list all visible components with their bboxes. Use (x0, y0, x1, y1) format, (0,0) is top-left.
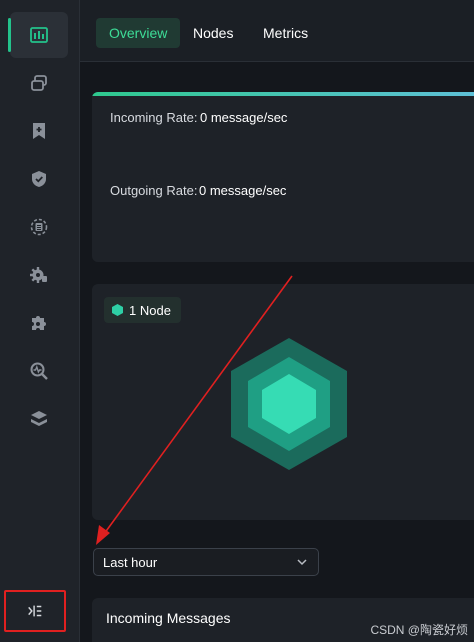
node-count-badge[interactable]: 1 Node (104, 297, 181, 323)
tab-overview[interactable]: Overview (96, 18, 181, 48)
shield-icon (32, 171, 46, 187)
tab-nodes[interactable]: Nodes (180, 18, 246, 48)
sidebar (0, 0, 80, 642)
sidebar-item-management[interactable] (10, 252, 68, 298)
sidebar-item-diagnose[interactable] (10, 348, 68, 394)
outgoing-rate-label: Outgoing Rate: (110, 183, 198, 198)
watermark: CSDN @陶瓷好烦 (370, 623, 468, 637)
gear-icon (30, 267, 47, 283)
time-range-select[interactable]: Last hour (93, 548, 319, 576)
data-integration-icon (30, 218, 48, 236)
sidebar-item-extensions[interactable] (10, 300, 68, 346)
card-accent-line (92, 92, 474, 96)
time-range-selected: Last hour (103, 554, 158, 570)
active-indicator (8, 18, 11, 52)
node-overview-card: 1 Node (92, 284, 474, 520)
clients-icon (31, 75, 47, 91)
node-count-text: 1 Node (129, 302, 171, 318)
layers-icon (31, 411, 47, 426)
sidebar-item-subscriptions[interactable] (10, 108, 68, 154)
tab-metrics[interactable]: Metrics (250, 18, 321, 48)
top-tab-bar: Overview Nodes Metrics (80, 0, 474, 62)
chevron-down-icon (297, 559, 307, 566)
sidebar-item-dashboard[interactable] (8, 12, 68, 58)
diagnose-icon (30, 362, 48, 380)
sidebar-item-clients[interactable] (10, 60, 68, 106)
puzzle-icon (32, 316, 46, 330)
outgoing-rate-value: 0 message/sec (199, 183, 287, 198)
message-rate-card: Incoming Rate: 0 message/sec Outgoing Ra… (92, 92, 474, 262)
dashboard-icon (30, 27, 48, 43)
incoming-rate-label: Incoming Rate: (110, 110, 198, 125)
subscriptions-icon (33, 123, 45, 139)
hexagon-icon (112, 304, 123, 316)
sidebar-item-security[interactable] (10, 156, 68, 202)
collapse-sidebar-button[interactable] (4, 590, 66, 632)
sidebar-item-system[interactable] (10, 396, 68, 442)
node-hexagon-graphic[interactable] (229, 337, 349, 471)
sidebar-item-data-integration[interactable] (10, 204, 68, 250)
incoming-rate-value: 0 message/sec (200, 110, 288, 125)
collapse-sidebar-icon (28, 605, 42, 617)
incoming-messages-title: Incoming Messages (106, 610, 231, 626)
